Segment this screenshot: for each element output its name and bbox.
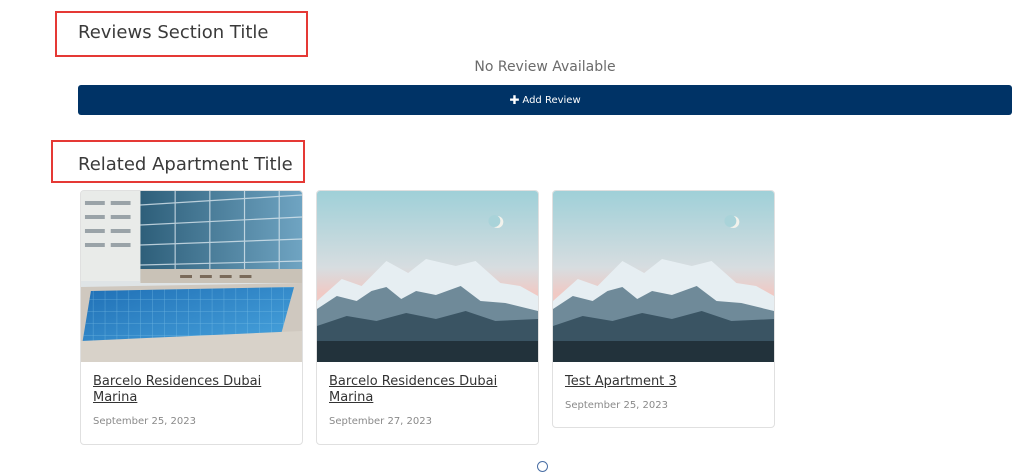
- plus-icon: ✚: [509, 93, 520, 107]
- apartment-card-title[interactable]: Barcelo Residences Dubai Marina: [93, 374, 290, 406]
- no-review-message: No Review Available: [474, 59, 616, 75]
- apartment-card[interactable]: Barcelo Residences Dubai Marina Septembe…: [80, 190, 303, 445]
- apartment-card-date: September 25, 2023: [93, 416, 196, 427]
- apartment-card-title[interactable]: Test Apartment 3: [565, 374, 762, 390]
- snowy-mountains-photo[interactable]: [553, 191, 774, 362]
- apartment-card-date: September 25, 2023: [565, 400, 668, 411]
- pool-building-photo[interactable]: [81, 191, 302, 362]
- apartment-card-title[interactable]: Barcelo Residences Dubai Marina: [329, 374, 526, 406]
- add-review-button[interactable]: ✚ Add Review: [78, 85, 1012, 115]
- related-section-title: Related Apartment Title: [78, 154, 293, 175]
- apartment-card[interactable]: Test Apartment 3 September 25, 2023: [552, 190, 775, 428]
- reviews-section-title: Reviews Section Title: [78, 22, 269, 43]
- add-review-label: Add Review: [522, 94, 581, 106]
- apartment-card[interactable]: Barcelo Residences Dubai Marina Septembe…: [316, 190, 539, 445]
- snowy-mountains-photo[interactable]: [317, 191, 538, 362]
- apartment-card-date: September 27, 2023: [329, 416, 432, 427]
- scroll-indicator-icon[interactable]: [537, 461, 548, 472]
